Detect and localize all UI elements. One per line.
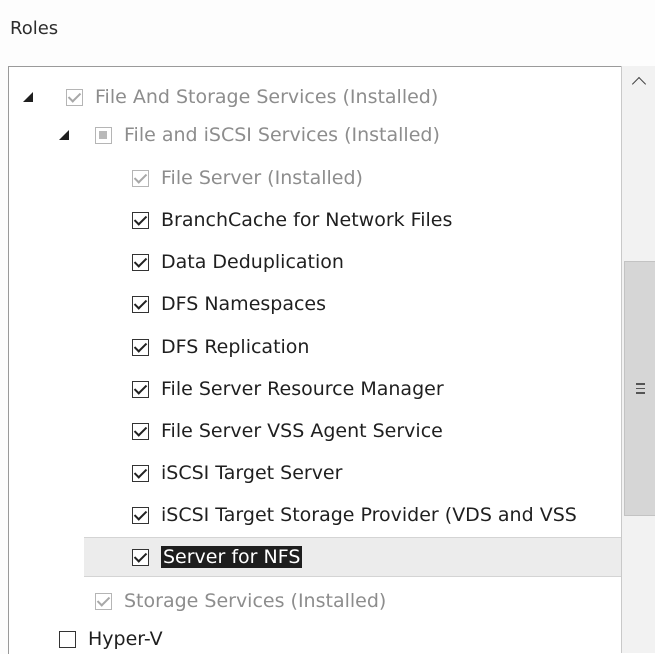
tree-item-file-server-vss-agent[interactable]: File Server VSS Agent Service <box>9 412 628 450</box>
vertical-scrollbar[interactable] <box>621 66 655 653</box>
tree-item-storage-services[interactable]: Storage Services (Installed) <box>9 582 628 620</box>
checkbox-dfs-replication[interactable] <box>132 338 149 356</box>
tree-item-label: File Server VSS Agent Service <box>161 420 443 442</box>
expander-triangle-icon[interactable] <box>59 130 69 140</box>
tree-item-branchcache[interactable]: BranchCache for Network Files <box>9 201 628 239</box>
tree-item-data-deduplication[interactable]: Data Deduplication <box>9 243 628 281</box>
tree-item-label: BranchCache for Network Files <box>161 209 453 231</box>
tree-item-label: DFS Namespaces <box>161 293 327 315</box>
tree-item-label: Server for NFS <box>161 546 303 568</box>
tree-item-label: DFS Replication <box>161 336 310 358</box>
checkbox-storage-services[interactable] <box>95 592 112 610</box>
tree-item-server-for-nfs[interactable]: Server for NFS <box>84 537 628 577</box>
tree-item-label: File and iSCSI Services (Installed) <box>124 124 440 146</box>
tree-item-file-server[interactable]: File Server (Installed) <box>9 159 628 197</box>
grip-icon <box>635 383 645 394</box>
tree-item-label: File Server Resource Manager <box>161 378 444 400</box>
tree-item-dfs-replication[interactable]: DFS Replication <box>9 328 628 366</box>
chevron-up-icon <box>631 76 646 92</box>
tree-item-label: File Server (Installed) <box>161 167 363 189</box>
tree-item-file-and-storage-services[interactable]: File And Storage Services (Installed) <box>9 78 628 116</box>
checkbox-file-server[interactable] <box>132 169 149 187</box>
tree-item-file-and-iscsi-services[interactable]: File and iSCSI Services (Installed) <box>9 116 628 154</box>
tree-item-label: Data Deduplication <box>161 251 344 273</box>
roles-heading: Roles <box>10 18 59 39</box>
checkbox-iscsi-target-storage-provider[interactable] <box>132 506 149 524</box>
tree-item-label: iSCSI Target Server <box>161 462 343 484</box>
tree-item-file-server-resource-manager[interactable]: File Server Resource Manager <box>9 370 628 408</box>
tree-item-dfs-namespaces[interactable]: DFS Namespaces <box>9 285 628 323</box>
tree-item-iscsi-target-server[interactable]: iSCSI Target Server <box>9 454 628 492</box>
checkbox-iscsi-target-server[interactable] <box>132 464 149 482</box>
tree-item-hyper-v[interactable]: Hyper-V <box>9 620 628 654</box>
tree-item-label: iSCSI Target Storage Provider (VDS and V… <box>161 504 577 526</box>
checkbox-data-deduplication[interactable] <box>132 253 149 271</box>
scroll-up-button[interactable] <box>622 66 655 96</box>
checkbox-dfs-namespaces[interactable] <box>132 295 149 313</box>
checkbox-branchcache[interactable] <box>132 211 149 229</box>
tree-item-label: Storage Services (Installed) <box>124 590 387 612</box>
checkbox-file-server-resource-manager[interactable] <box>132 380 149 398</box>
roles-tree[interactable]: File And Storage Services (Installed) Fi… <box>8 66 655 654</box>
tree-item-label: Hyper-V <box>88 628 163 650</box>
checkbox-server-for-nfs[interactable] <box>132 548 149 566</box>
tree-item-label: File And Storage Services (Installed) <box>95 86 439 108</box>
expander-triangle-icon[interactable] <box>23 92 33 102</box>
checkbox-file-server-vss-agent[interactable] <box>132 422 149 440</box>
scrollbar-thumb[interactable] <box>624 261 655 516</box>
tree-item-iscsi-target-storage-provider[interactable]: iSCSI Target Storage Provider (VDS and V… <box>9 496 628 534</box>
checkbox-file-and-storage-services[interactable] <box>66 88 83 106</box>
checkbox-file-and-iscsi-services[interactable] <box>95 126 112 144</box>
checkbox-hyper-v[interactable] <box>59 630 76 648</box>
